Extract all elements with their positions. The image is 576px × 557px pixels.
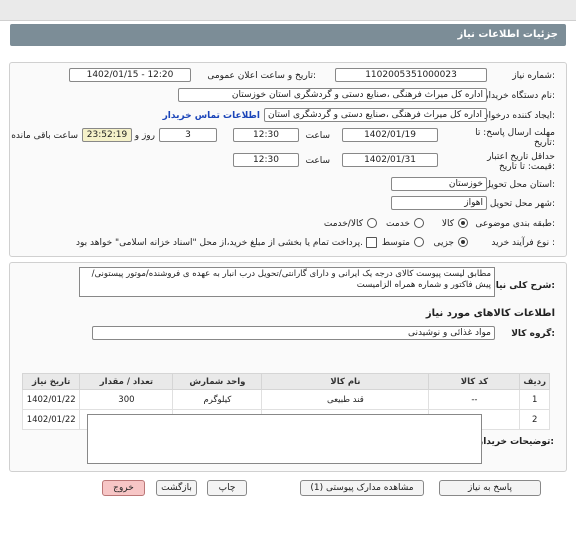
item-date: 1402/01/22 (21, 409, 81, 430)
remaining-label: ساعت باقی مانده (11, 131, 78, 141)
deadline-time-label: ساعت (305, 131, 331, 141)
col-qty-header: تعداد / مقدار (79, 373, 174, 390)
group-field: مواد غذائی و نوشیدنی (92, 326, 495, 340)
need-number-field: 1102005351000023 (335, 68, 487, 82)
row-number: 1 (519, 389, 550, 410)
creator-field: بهروز دشتی کاربرداز اداره کل میراث فرهنگ… (264, 108, 487, 122)
description-label: شرح کلی نیاز: (490, 281, 555, 291)
print-button[interactable]: چاپ (207, 480, 247, 496)
process-medium-radio[interactable] (414, 237, 424, 247)
item-qty: 300 (79, 389, 174, 410)
process-medium-text: متوسط (381, 238, 410, 248)
need-info-panel: شماره نیاز: 1102005351000023 تاریخ و ساع… (9, 62, 567, 257)
deadline-time-field: 12:30 (233, 128, 299, 142)
city-field: اهواز (391, 196, 487, 210)
validity-label-2: قیمت: تا تاریخ: (498, 162, 555, 172)
col-name-header: نام کالا (261, 373, 430, 390)
deadline-label: مهلت ارسال پاسخ: تا (475, 128, 555, 138)
days-label: روز و (134, 131, 155, 141)
table-row[interactable]: 1 -- قند طبیعی کیلوگرم 300 1402/01/22 (21, 389, 550, 410)
category-goods-radio[interactable] (458, 218, 468, 228)
treasury-payment-checkbox[interactable] (366, 237, 377, 248)
remaining-time-field: 23:52:19 (82, 128, 132, 142)
category-goods-service-radio[interactable] (367, 218, 377, 228)
validity-time-label: ساعت (305, 156, 331, 166)
category-goods-text: کالا (441, 219, 454, 229)
back-button[interactable]: بازگشت (156, 480, 197, 496)
items-section-title: اطلاعات کالاهای مورد نیاز (425, 308, 555, 319)
buyer-notes-field (87, 414, 482, 464)
category-service-radio[interactable] (414, 218, 424, 228)
item-name: قند طبیعی (261, 389, 430, 410)
page-title: جزئیات اطلاعات نیاز (457, 29, 558, 40)
reply-button[interactable]: پاسخ به نیاز (439, 480, 541, 496)
group-label: گروه کالا: (511, 329, 555, 339)
validity-time-field: 12:30 (233, 153, 299, 167)
province-label: استان محل تحویل: (484, 180, 555, 190)
buyer-label: نام دستگاه خریدار: (484, 91, 555, 101)
row-number: 2 (519, 409, 550, 430)
process-label: نوع فرآیند خرید : (491, 238, 555, 248)
item-code: -- (428, 389, 521, 410)
city-label: شهر محل تحویل: (489, 199, 555, 209)
col-date-header: تاریخ نیاز (21, 373, 81, 390)
deadline-label-2: تاریخ: (534, 138, 555, 148)
table-header-row: ردیف کد کالا نام کالا واحد شمارش تعداد /… (21, 373, 550, 390)
need-number-label: شماره نیاز: (512, 71, 555, 81)
days-field: 3 (159, 128, 217, 142)
col-code-header: کد کالا (428, 373, 521, 390)
province-field: خوزستان (391, 177, 487, 191)
item-date: 1402/01/22 (21, 389, 81, 410)
buyer-contact-link[interactable]: اطلاعات تماس خریدار (163, 111, 260, 121)
announce-field: 1402/01/15 - 12:20 (69, 68, 191, 82)
item-unit: کیلوگرم (172, 389, 263, 410)
process-minor-text: جزیی (433, 238, 454, 248)
category-service-text: خدمت (386, 219, 410, 229)
buyer-notes-label: توضیحات خریدار: (478, 437, 554, 447)
exit-button[interactable]: خروج (102, 480, 145, 496)
buyer-field: اداره کل میراث فرهنگی ،صنایع دستی و گردش… (178, 88, 487, 102)
category-goods-service-text: کالا/خدمت (323, 219, 363, 229)
process-minor-radio[interactable] (458, 237, 468, 247)
col-unit-header: واحد شمارش (172, 373, 263, 390)
description-field: مطابق لیست پیوست کالای درجه یک ایرانی و … (79, 267, 495, 297)
validity-date-field: 1402/01/31 (342, 153, 438, 167)
col-row-header: ردیف (519, 373, 550, 390)
window-titlebar (0, 0, 576, 21)
category-label: طبقه بندی موضوعی: (475, 219, 555, 229)
page-header: جزئیات اطلاعات نیاز (10, 24, 566, 46)
announce-label: تاریخ و ساعت اعلان عمومی: (207, 71, 316, 81)
validity-label: حداقل تاریخ اعتبار (487, 152, 555, 162)
deadline-date-field: 1402/01/19 (342, 128, 438, 142)
view-attachments-button[interactable]: مشاهده مدارک پیوستی (1) (300, 480, 424, 496)
payment-note: پرداخت تمام یا بخشی از مبلغ خرید،از محل … (75, 238, 363, 248)
